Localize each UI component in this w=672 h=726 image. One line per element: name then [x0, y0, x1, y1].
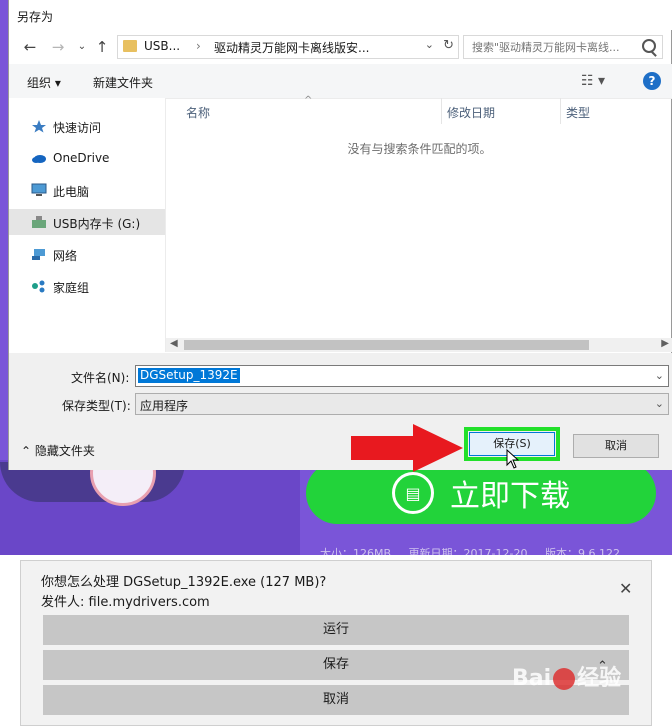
- scroll-right-icon[interactable]: ▶: [661, 338, 669, 349]
- help-icon[interactable]: ?: [643, 72, 661, 90]
- sidebar-item-label: USB内存卡 (G:): [53, 217, 141, 231]
- chevron-down-icon[interactable]: ⌄: [425, 38, 434, 51]
- column-type[interactable]: 类型: [566, 104, 590, 121]
- hide-folders-toggle[interactable]: ⌃ 隐藏文件夹: [21, 442, 95, 459]
- cloud-icon: [32, 155, 46, 163]
- network-icon: [32, 249, 45, 260]
- sidebar-item-this-pc[interactable]: 此电脑: [9, 177, 165, 203]
- sidebar-item-network[interactable]: 网络: [9, 241, 165, 267]
- column-headers: ^ 名称 修改日期 类型: [166, 95, 672, 124]
- address-segment-usb[interactable]: USB...: [144, 39, 180, 53]
- scroll-left-icon[interactable]: ◀: [170, 338, 178, 349]
- chevron-up-icon: ⌃: [21, 444, 35, 458]
- sidebar-item-usb-drive[interactable]: USB内存卡 (G:): [9, 209, 165, 235]
- run-button[interactable]: 运行: [43, 615, 629, 645]
- empty-message: 没有与搜索条件匹配的项。: [347, 142, 492, 156]
- sidebar-item-onedrive[interactable]: OneDrive: [9, 145, 165, 171]
- folder-icon: [123, 40, 137, 52]
- dialog-title: 另存为: [17, 10, 54, 24]
- view-options-icon[interactable]: ☷ ▾: [581, 73, 605, 89]
- filetype-label: 保存类型(T):: [62, 399, 131, 413]
- column-divider[interactable]: [560, 98, 561, 124]
- sidebar-item-homegroup[interactable]: 家庭组: [9, 273, 165, 299]
- network-card-icon: ▤: [392, 472, 434, 514]
- sidebar-item-label: 家庭组: [53, 281, 90, 295]
- download-question: 你想怎么处理 DGSetup_1392E.exe (127 MB)?: [41, 575, 327, 590]
- chevron-down-icon[interactable]: ⌄: [655, 369, 664, 382]
- back-arrow-icon[interactable]: ←: [21, 38, 39, 56]
- computer-icon: [31, 183, 47, 196]
- watermark-text: Bai: [512, 666, 552, 691]
- filename-label: 文件名(N):: [71, 371, 130, 385]
- search-box[interactable]: [463, 35, 663, 59]
- download-now-label: 立即下载: [450, 479, 570, 514]
- filename-field[interactable]: DGSetup_1392E ⌄: [135, 365, 669, 387]
- refresh-icon[interactable]: ↻: [443, 38, 454, 53]
- filetype-select[interactable]: 应用程序 ⌄: [135, 393, 669, 415]
- homegroup-icon: [32, 280, 45, 293]
- column-date[interactable]: 修改日期: [447, 104, 495, 121]
- download-notification: 你想怎么处理 DGSetup_1392E.exe (127 MB)? 发件人: …: [20, 560, 652, 726]
- sidebar-item-label: 网络: [53, 249, 78, 263]
- address-separator-icon[interactable]: ›: [196, 39, 201, 53]
- horizontal-scrollbar[interactable]: ◀ ▶: [166, 338, 672, 352]
- dialog-footer: ⌃ 隐藏文件夹 保存(S) 取消: [9, 421, 672, 472]
- save-fields: 文件名(N): DGSetup_1392E ⌄ 保存类型(T): 应用程序 ⌄: [9, 353, 672, 421]
- mouse-pointer-icon: [506, 449, 520, 469]
- scrollbar-thumb[interactable]: [184, 340, 589, 350]
- search-icon: [642, 39, 656, 53]
- new-folder-button[interactable]: 新建文件夹: [93, 74, 153, 91]
- sidebar-item-label: 此电脑: [53, 185, 90, 199]
- file-list[interactable]: ^ 名称 修改日期 类型 没有与搜索条件匹配的项。: [166, 95, 672, 338]
- filename-value[interactable]: DGSetup_1392E: [138, 368, 240, 383]
- dialog-titlebar[interactable]: 另存为: [9, 0, 672, 30]
- address-bar[interactable]: USB... › 驱动精灵万能网卡离线版安... ⌄ ↻: [117, 35, 459, 59]
- baidu-watermark: Bai 经验: [512, 660, 662, 700]
- navigation-bar: ← → ⌄ ↑ USB... › 驱动精灵万能网卡离线版安... ⌄ ↻: [9, 30, 672, 64]
- hide-folders-label: 隐藏文件夹: [34, 444, 95, 458]
- sidebar-item-label: 快速访问: [53, 121, 102, 135]
- navigation-pane: 快速访问 OneDrive 此电脑 USB内存卡 (G:) 网络 家庭组: [9, 98, 166, 352]
- sidebar-item-label: OneDrive: [53, 151, 110, 165]
- address-segment-folder[interactable]: 驱动精灵万能网卡离线版安...: [214, 39, 369, 56]
- chevron-down-icon[interactable]: ⌄: [655, 397, 664, 410]
- save-as-dialog: 另存为 ← → ⌄ ↑ USB... › 驱动精灵万能网卡离线版安... ⌄ ↻…: [8, 0, 672, 472]
- close-icon[interactable]: ✕: [619, 579, 632, 598]
- watermark-text-2: 经验: [577, 666, 622, 691]
- recent-dropdown-icon[interactable]: ⌄: [73, 38, 91, 56]
- paw-icon: [553, 668, 576, 690]
- sidebar-item-quick-access[interactable]: 快速访问: [9, 113, 165, 139]
- column-name[interactable]: 名称: [186, 104, 210, 121]
- star-icon: [32, 120, 46, 133]
- red-arrow-annotation-icon: [351, 424, 463, 472]
- usb-drive-icon: [32, 216, 46, 228]
- sort-caret-icon: ^: [304, 95, 313, 106]
- organize-menu-button[interactable]: 组织 ▾: [27, 74, 61, 91]
- command-toolbar: 组织 ▾ 新建文件夹 ☷ ▾ ?: [9, 64, 672, 99]
- search-input[interactable]: [470, 38, 634, 56]
- up-arrow-icon[interactable]: ↑: [93, 38, 111, 56]
- forward-arrow-icon[interactable]: →: [49, 38, 67, 56]
- download-publisher: 发件人: file.mydrivers.com: [41, 595, 210, 610]
- filetype-value: 应用程序: [140, 399, 189, 413]
- cancel-button[interactable]: 取消: [573, 434, 659, 458]
- column-divider[interactable]: [441, 98, 442, 124]
